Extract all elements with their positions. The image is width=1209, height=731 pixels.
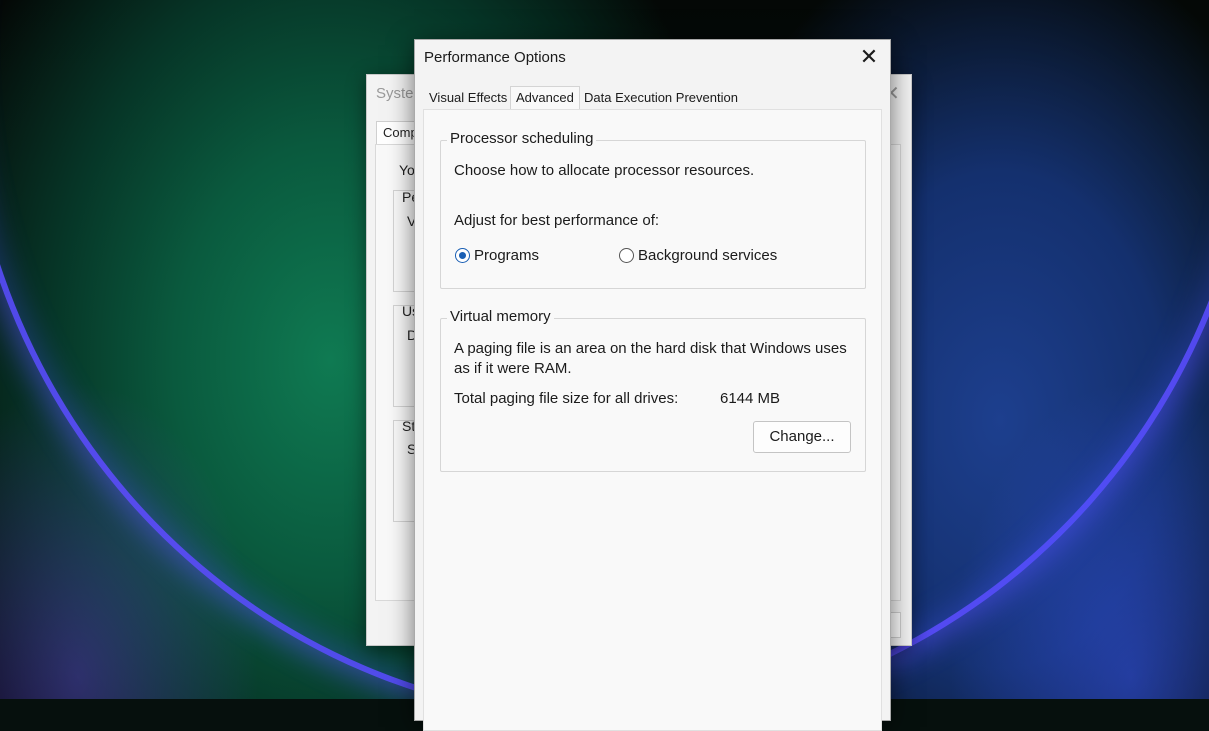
dialog-title: Performance Options — [424, 49, 566, 66]
virtual-memory-legend: Virtual memory — [447, 308, 554, 325]
total-paging-size-label: Total paging file size for all drives: — [454, 390, 679, 407]
virtual-memory-description-line1: A paging file is an area on the hard dis… — [454, 340, 847, 357]
background-services-radio-label[interactable]: Background services — [638, 247, 777, 264]
programs-radio-label[interactable]: Programs — [474, 247, 539, 264]
processor-scheduling-group: Processor scheduling Choose how to alloc… — [440, 130, 866, 289]
processor-scheduling-description: Choose how to allocate processor resourc… — [454, 162, 755, 179]
bg-text-yo: Yo — [399, 162, 415, 178]
virtual-memory-description-line2: as if it were RAM. — [454, 360, 572, 377]
virtual-memory-group: Virtual memory A paging file is an area … — [440, 308, 866, 472]
system-properties-title: Syster — [376, 85, 419, 102]
background-services-radio[interactable] — [619, 248, 634, 263]
adjust-performance-label: Adjust for best performance of: — [454, 212, 660, 229]
tab-data-execution-prevention[interactable]: Data Execution Prevention — [579, 87, 743, 108]
change-button[interactable]: Change... — [753, 421, 851, 453]
performance-options-dialog[interactable]: Performance Options ✕ Visual Effects Adv… — [414, 39, 891, 731]
processor-scheduling-legend: Processor scheduling — [447, 130, 597, 147]
wallpaper-glow-right — [949, 380, 1209, 699]
total-paging-size-value: 6144 MB — [720, 390, 781, 407]
programs-radio[interactable] — [455, 248, 470, 263]
tab-visual-effects[interactable]: Visual Effects — [424, 87, 512, 108]
tab-advanced[interactable]: Advanced — [510, 86, 580, 110]
advanced-tab-panel: Processor scheduling Choose how to alloc… — [423, 109, 882, 731]
close-icon[interactable]: ✕ — [856, 46, 882, 70]
wallpaper-glow-left — [0, 380, 260, 699]
